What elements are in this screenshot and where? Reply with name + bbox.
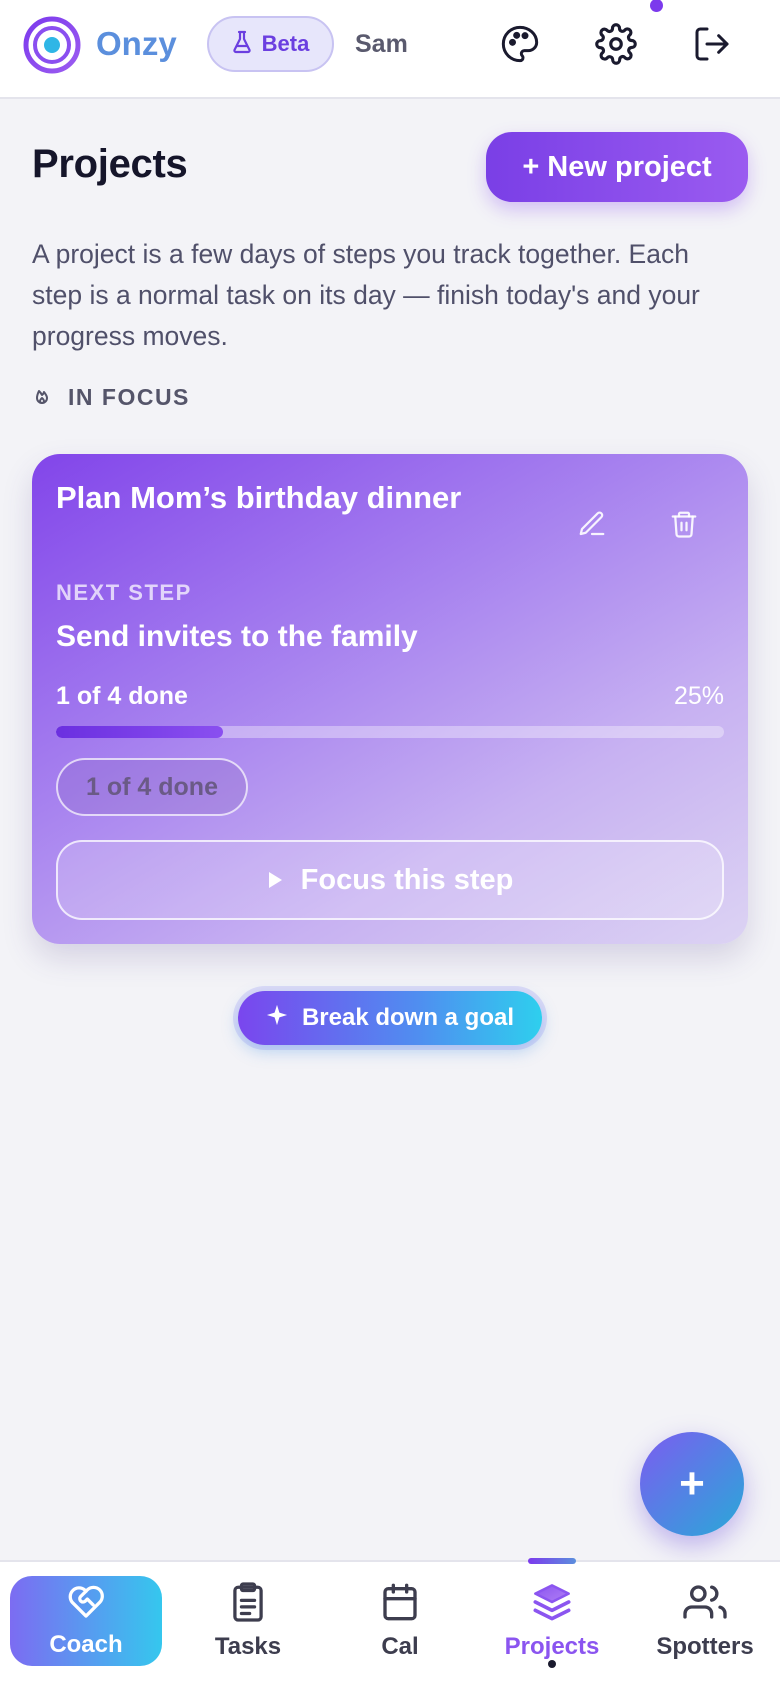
flask-icon — [232, 30, 252, 59]
progress-bar — [56, 726, 724, 738]
in-focus-heading: IN FOCUS — [34, 384, 190, 411]
active-tab-dot — [548, 1660, 556, 1668]
notification-dot — [650, 0, 663, 12]
active-tab-indicator — [528, 1558, 576, 1564]
page-title: Projects — [32, 142, 188, 186]
done-count-chip: 1 of 4 done — [56, 758, 248, 816]
user-name[interactable]: Sam — [355, 22, 408, 66]
progress-bar-fill — [56, 726, 223, 738]
bottom-nav: Coach Tasks Cal Projects Spotters — [0, 1558, 780, 1688]
nav-label-coach: Coach — [49, 1630, 123, 1658]
users-icon — [683, 1582, 727, 1627]
new-project-button[interactable]: + New project — [486, 132, 748, 202]
app-header: Onzy Beta Sam — [0, 0, 780, 99]
calendar-icon — [380, 1582, 420, 1627]
gear-icon[interactable] — [592, 20, 640, 68]
project-card[interactable]: Plan Mom’s birthday dinner NEXT STEP Sen… — [32, 454, 748, 944]
nav-label-cal: Cal — [381, 1632, 419, 1660]
nav-item-coach[interactable]: Coach — [10, 1576, 162, 1666]
nav-item-spotters[interactable]: Spotters — [640, 1576, 770, 1666]
brand-name: Onzy — [96, 25, 177, 62]
layers-icon — [531, 1582, 573, 1627]
nav-label-spotters: Spotters — [656, 1632, 754, 1660]
flame-icon — [34, 386, 50, 409]
heart-handshake-icon — [66, 1584, 106, 1625]
next-step-title: Send invites to the family — [56, 620, 418, 653]
nav-item-cal[interactable]: Cal — [340, 1576, 460, 1666]
beta-label: Beta — [261, 31, 310, 56]
add-fab-button[interactable]: + — [640, 1432, 744, 1536]
nav-label-projects: Projects — [504, 1632, 600, 1660]
nav-item-tasks[interactable]: Tasks — [188, 1576, 308, 1666]
focus-step-label: Focus this step — [300, 863, 514, 896]
nav-label-tasks: Tasks — [214, 1632, 282, 1660]
logo-icon — [23, 16, 81, 74]
progress-text: 1 of 4 done — [56, 682, 188, 710]
edit-icon[interactable] — [570, 502, 614, 546]
logout-icon[interactable] — [688, 20, 736, 68]
breakdown-goal-label: Break down a goal — [301, 1004, 515, 1031]
breakdown-goal-wrapper: Break down a goal — [233, 986, 547, 1050]
breakdown-goal-button[interactable]: Break down a goal — [238, 991, 542, 1045]
in-focus-label: IN FOCUS — [68, 384, 190, 410]
focus-step-button[interactable]: Focus this step — [56, 840, 724, 920]
clipboard-icon — [230, 1581, 266, 1627]
intro-text: A project is a few days of steps you tra… — [32, 239, 700, 351]
palette-icon[interactable] — [496, 20, 544, 68]
play-icon — [267, 864, 283, 897]
nav-item-projects[interactable]: Projects — [492, 1576, 612, 1666]
project-title: Plan Mom’s birthday dinner — [56, 480, 462, 515]
next-step-label: NEXT STEP — [56, 580, 192, 605]
trash-icon[interactable] — [662, 502, 706, 546]
sparkle-icon — [266, 1004, 288, 1033]
progress-percent: 25% — [673, 682, 724, 710]
beta-badge[interactable]: Beta — [207, 16, 334, 72]
